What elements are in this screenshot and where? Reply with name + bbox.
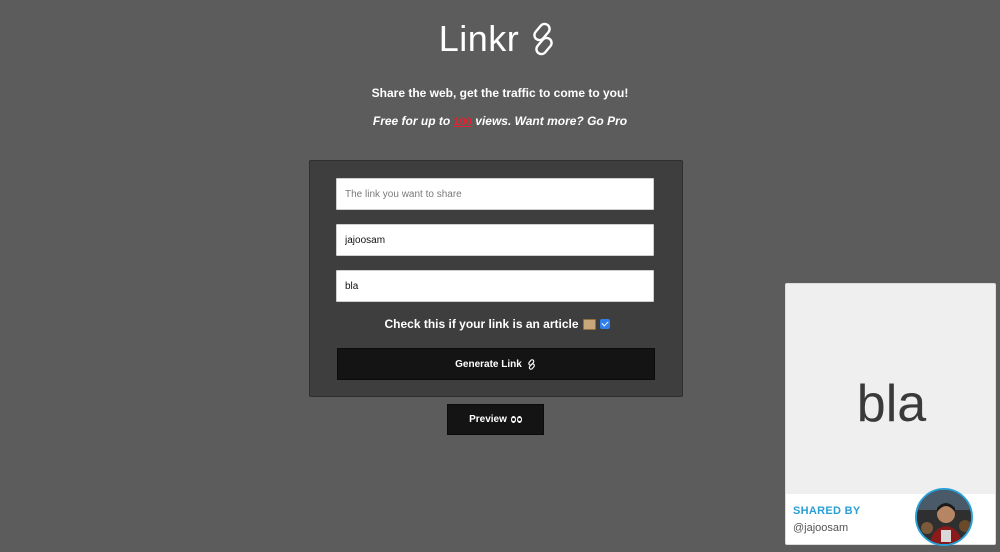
link-form: Check this if your link is an article Ge… (309, 160, 683, 397)
link-input[interactable] (336, 178, 654, 210)
hundred-icon: 100 (453, 116, 472, 128)
link-icon (533, 22, 554, 56)
promo-suffix: views. Want more? (475, 114, 584, 128)
generate-link-button[interactable]: Generate Link (337, 348, 655, 380)
scroll-icon (582, 318, 596, 330)
article-label: Check this if your link is an article (384, 317, 579, 331)
text-input[interactable] (336, 270, 654, 302)
tagline: Share the web, get the traffic to come t… (371, 86, 629, 100)
shared-by-label: SHARED BY (793, 505, 861, 517)
generate-label: Generate Link (455, 358, 522, 370)
app-title: Linkr (438, 18, 520, 59)
header: Linkr (0, 18, 1000, 60)
preview-label: Preview (469, 414, 507, 425)
preview-text: bla (856, 375, 927, 433)
promo-prefix: Free for up to (372, 114, 451, 128)
promo-text: Free for up to 100 views. Want more? Go … (0, 114, 1000, 128)
link-icon (528, 358, 535, 370)
eyes-icon (510, 416, 522, 423)
username-input[interactable] (336, 224, 654, 256)
article-checkbox[interactable] (599, 319, 610, 329)
shared-username: @jajoosam (793, 522, 849, 534)
preview-button[interactable]: Preview (447, 404, 544, 435)
preview-content: bla (786, 284, 995, 494)
article-option: Check this if your link is an article (310, 317, 684, 331)
avatar (915, 488, 973, 546)
go-pro-link[interactable]: Go Pro (587, 114, 627, 128)
app-logo: Linkr (439, 18, 562, 60)
